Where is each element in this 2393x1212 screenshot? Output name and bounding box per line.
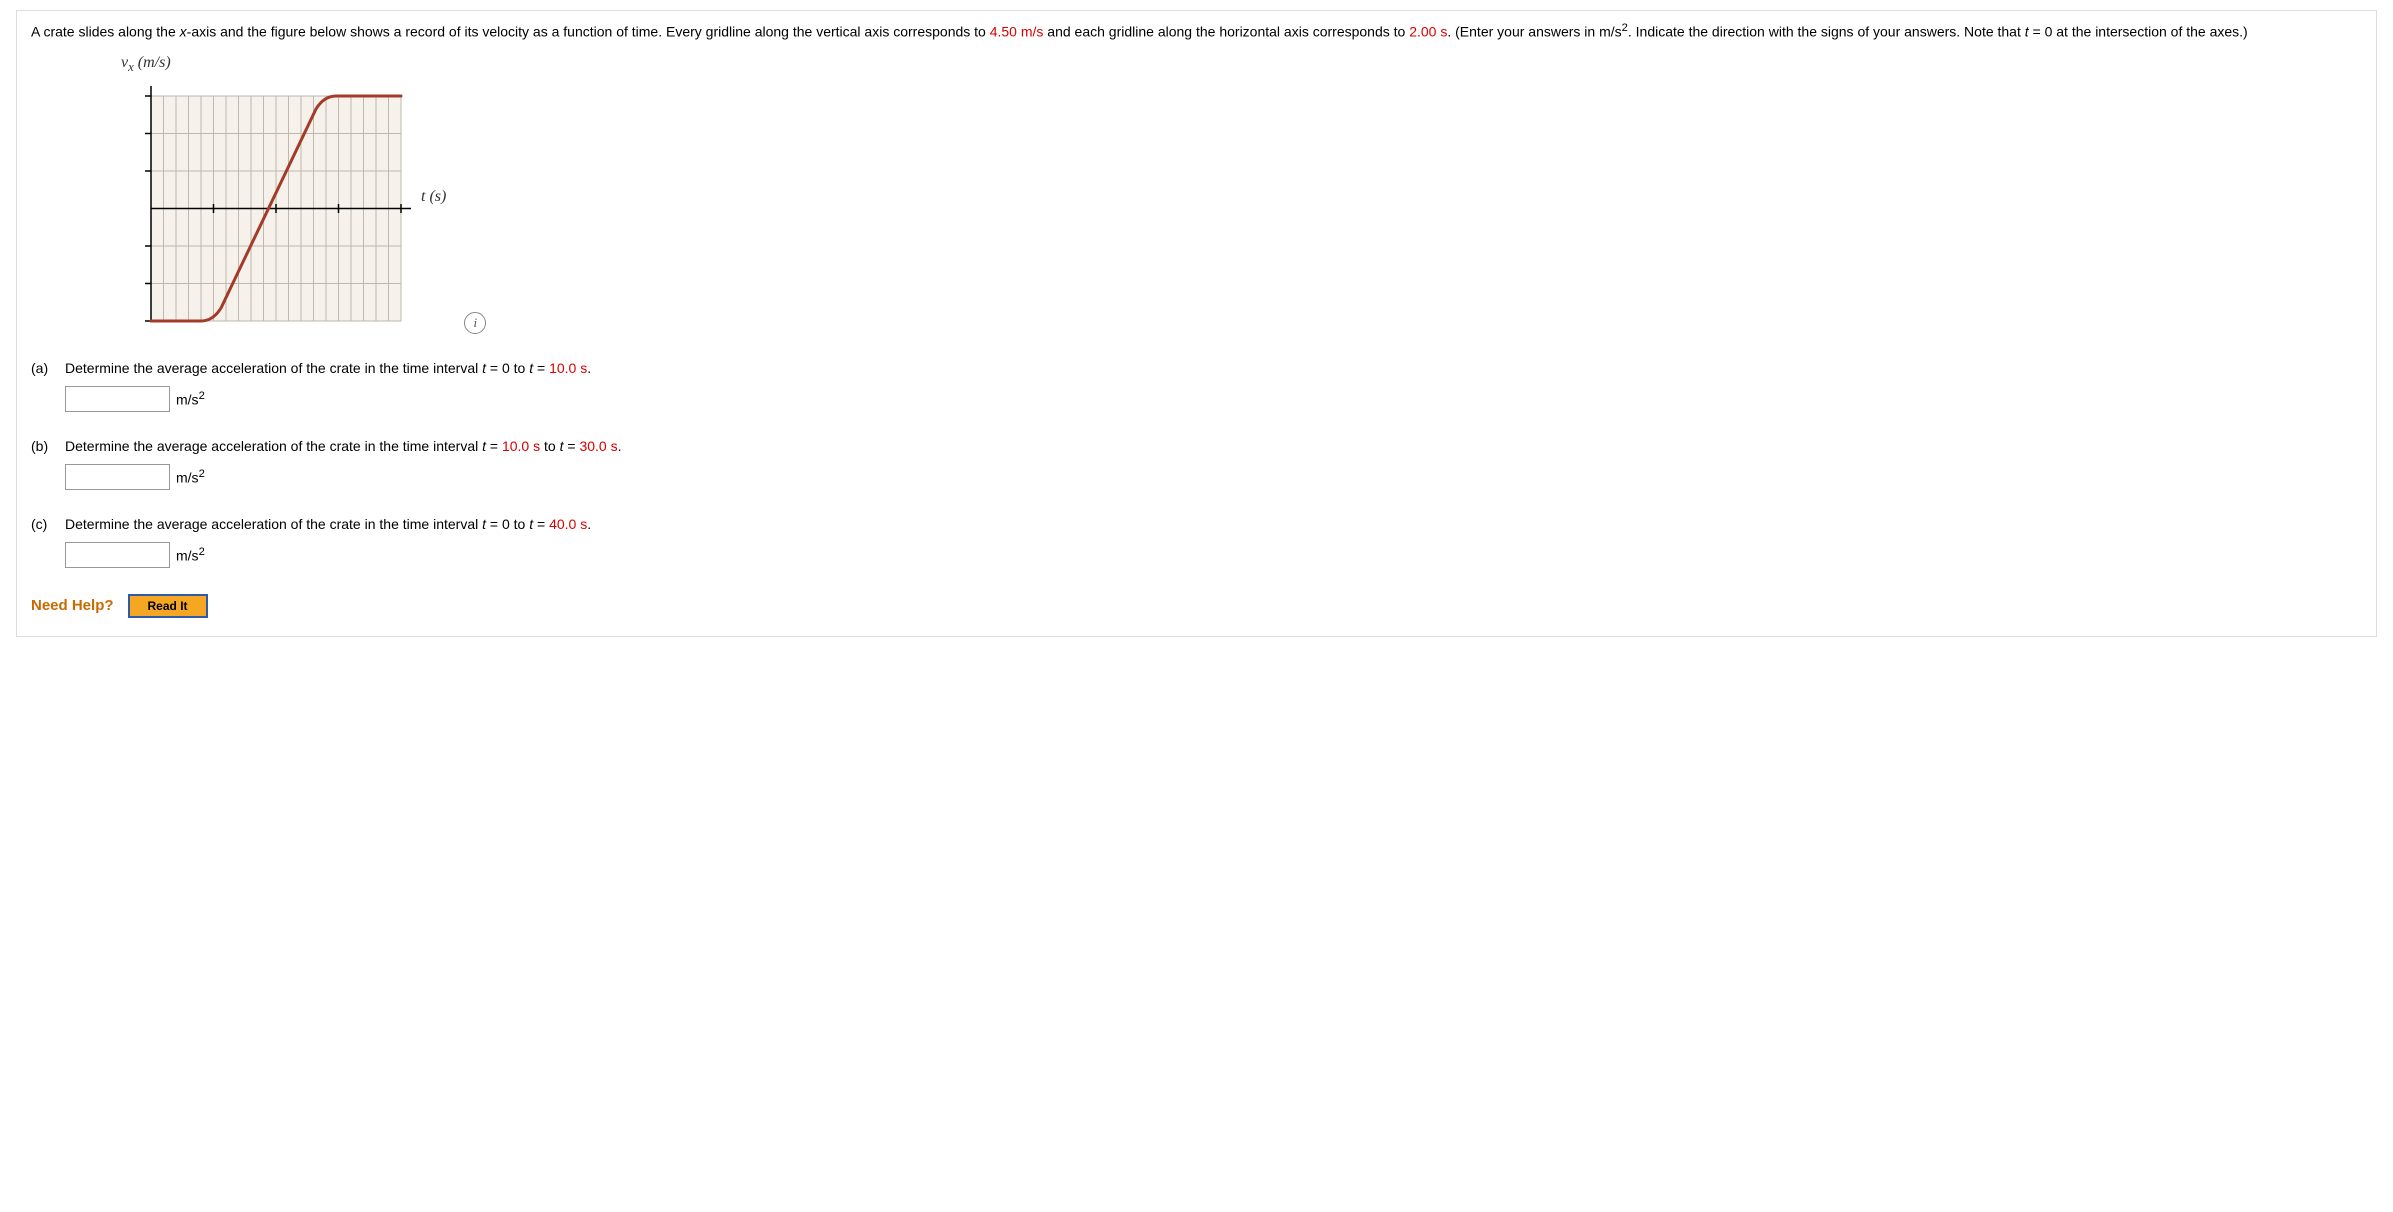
prompt-6: = 0 at the intersection of the axes.) — [2029, 24, 2248, 40]
part-b-label: (b) — [31, 438, 65, 454]
part-b: (b) Determine the average acceleration o… — [31, 438, 2362, 490]
need-help-label: Need Help? — [31, 597, 114, 614]
part-c: (c) Determine the average acceleration o… — [31, 516, 2362, 568]
part-a-input[interactable] — [65, 386, 170, 412]
part-b-input[interactable] — [65, 464, 170, 490]
part-b-starttime: 10.0 s — [502, 438, 540, 454]
problem-container: A crate slides along the x-axis and the … — [16, 10, 2377, 637]
chart-area: vx (m/s) — [121, 58, 2362, 335]
part-b-unit: m/s2 — [176, 468, 205, 486]
part-a: (a) Determine the average acceleration o… — [31, 360, 2362, 412]
velocity-time-chart — [121, 76, 411, 336]
prompt-2: -axis and the figure below shows a recor… — [187, 24, 990, 40]
part-a-unit: m/s2 — [176, 390, 205, 408]
part-a-question: Determine the average acceleration of th… — [65, 360, 2362, 376]
part-c-unit: m/s2 — [176, 546, 205, 564]
vertical-gridline-value: 4.50 m/s — [990, 24, 1044, 40]
info-icon[interactable]: i — [464, 312, 486, 334]
part-a-endtime: 10.0 s — [549, 360, 587, 376]
prompt-text: A crate slides along the x-axis and the … — [31, 19, 2362, 44]
prompt-5: . Indicate the direction with the signs … — [1628, 24, 2025, 40]
prompt-4: . (Enter your answers in m/s — [1447, 24, 1621, 40]
part-c-label: (c) — [31, 516, 65, 532]
prompt-3: and each gridline along the horizontal a… — [1043, 24, 1409, 40]
read-it-button[interactable]: Read It — [128, 594, 208, 618]
part-b-question: Determine the average acceleration of th… — [65, 438, 2362, 454]
part-b-endtime: 30.0 s — [579, 438, 617, 454]
part-c-endtime: 40.0 s — [549, 516, 587, 532]
part-a-label: (a) — [31, 360, 65, 376]
need-help-row: Need Help? Read It — [31, 594, 2362, 618]
part-c-question: Determine the average acceleration of th… — [65, 516, 2362, 532]
horizontal-gridline-value: 2.00 s — [1409, 24, 1447, 40]
part-c-input[interactable] — [65, 542, 170, 568]
y-axis-label: vx (m/s) — [121, 54, 405, 75]
x-axis-var: x — [180, 24, 187, 40]
prompt-1: A crate slides along the — [31, 24, 180, 40]
x-axis-label: t (s) — [421, 188, 446, 206]
